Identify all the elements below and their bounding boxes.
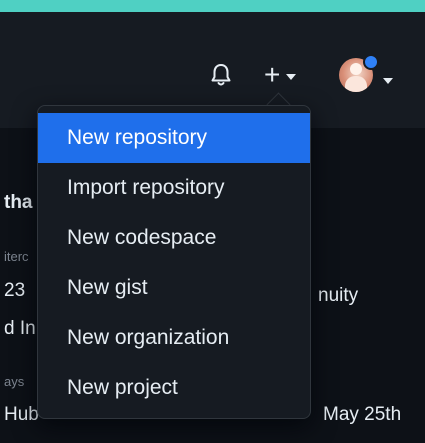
menu-item-new-gist[interactable]: New gist [38,263,310,313]
menu-item-new-project[interactable]: New project [38,363,310,413]
bell-icon [211,64,231,86]
menu-item-new-organization[interactable]: New organization [38,313,310,363]
plus-icon: + [264,59,281,90]
feed-text-fragment: nuity [318,285,359,306]
menu-item-new-repository[interactable]: New repository [38,113,310,163]
chevron-down-icon [383,78,393,84]
menu-item-import-repository[interactable]: Import repository [38,163,310,213]
feed-date-fragment: May 25th [323,404,402,425]
feed-text-fragment: 23 [4,280,26,301]
feed-text-fragment: Hub [4,404,39,425]
create-new-button[interactable]: + [264,60,316,90]
notifications-button[interactable] [206,60,236,90]
avatar-body [345,76,367,92]
avatar-head [350,63,362,75]
chevron-down-icon [286,74,297,80]
create-dropdown-menu: New repository Import repository New cod… [37,105,311,419]
menu-item-new-codespace[interactable]: New codespace [38,213,310,263]
user-menu-button[interactable] [339,54,399,94]
feed-meta-fragment: iterc [4,249,29,264]
accent-stripe [0,0,425,12]
notification-dot [363,54,379,70]
github-page: + tha iterc 23 nuity d In ays Hub May 25… [0,0,425,443]
feed-text-fragment: d In [4,318,36,339]
feed-heading-fragment: tha [4,192,33,213]
feed-meta-fragment: ays [4,374,25,389]
